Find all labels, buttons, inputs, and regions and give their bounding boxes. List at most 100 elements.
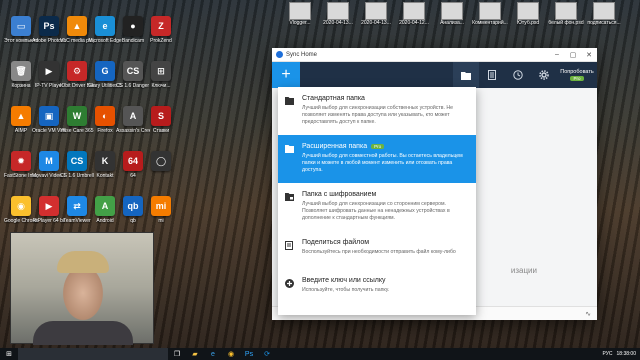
desktop-file-label: 2020-04-13... [323, 20, 353, 26]
desktop-file[interactable]: 2020-04-12... [396, 2, 432, 26]
menu-item-title: Введите ключ или ссылку [302, 277, 386, 284]
desktop-file[interactable]: белый фон.psd [548, 2, 584, 26]
webcam-overlay [10, 232, 154, 345]
file-thumbnail [403, 2, 425, 20]
menu-item-standard-folder[interactable]: Стандартная папка Лучший выбор для синхр… [278, 87, 476, 135]
file-thumbnail [517, 2, 539, 20]
close-icon[interactable]: ✕ [581, 51, 597, 59]
desktop-file-label: 2020-04-13... [361, 20, 391, 26]
photoshop-icon[interactable]: Ps [240, 348, 258, 360]
desktop-file-label: белый фон.psd [548, 20, 584, 26]
maximize-icon[interactable]: ▢ [565, 51, 581, 59]
plus-circle-icon [285, 279, 294, 288]
desktop-icon[interactable]: ◯ [144, 151, 178, 173]
menu-item-encrypted-folder[interactable]: Папка с шифрованием Лучший выбор для син… [278, 183, 476, 231]
menu-item-advanced-folder[interactable]: Расширенная папка Pro Лучший выбор для с… [278, 135, 476, 183]
desktop-icon-label: Ставки [152, 128, 170, 134]
desktop-file[interactable]: Комментарий... [472, 2, 508, 26]
menu-item-description: Используйте, чтобы получить папку. [302, 287, 390, 293]
menu-item-title: Поделиться файлом [302, 239, 370, 246]
desktop-file[interactable]: 2020-04-13... [358, 2, 394, 26]
desktop-icon[interactable]: ⊞ Ключи... [144, 61, 178, 89]
app-icon: K [95, 151, 115, 171]
pro-badge: Pro [371, 144, 385, 149]
clock-time[interactable]: 18:38:00 [617, 351, 636, 357]
app-icon: ◉ [11, 196, 31, 216]
gear-icon[interactable] [531, 62, 557, 88]
menu-item-description: Лучший выбор для совместной работы. Вы о… [302, 153, 463, 173]
app-icon: CS [123, 61, 143, 81]
app-icon: ◐ [95, 106, 115, 126]
folder-icon[interactable] [453, 62, 479, 88]
app-icon: ✹ [11, 151, 31, 171]
app-icon: CS [67, 151, 87, 171]
sync-taskbar-icon[interactable]: ⟳ [258, 348, 276, 360]
desktop-file-label: Комментарий... [472, 20, 508, 26]
language-indicator[interactable]: РУС [603, 351, 613, 357]
app-logo-icon [276, 51, 283, 58]
clock-icon[interactable] [505, 62, 531, 88]
app-icon: ⚙ [67, 61, 87, 81]
app-icon: ⇄ [67, 196, 87, 216]
app-icon: ▶ [39, 61, 59, 81]
system-tray: РУС 18:38:00 [599, 351, 640, 357]
task-view-icon[interactable]: ❐ [168, 348, 186, 360]
chrome-icon[interactable]: ◉ [222, 348, 240, 360]
desktop-icon[interactable]: S Ставки [144, 106, 178, 134]
upgrade-button[interactable]: Попробовать Pro [557, 62, 597, 88]
pro-badge: Pro [570, 76, 584, 81]
menu-item-description: Лучший выбор для синхронизации со сторон… [302, 201, 450, 221]
folder-icon [285, 97, 294, 105]
folder-icon [285, 145, 294, 153]
desktop-file[interactable]: подписаться... [586, 2, 622, 26]
document-icon[interactable] [479, 62, 505, 88]
background-hint-text: изации [510, 266, 537, 275]
app-icon: A [123, 106, 143, 126]
add-button[interactable]: + [272, 62, 300, 88]
desktop-file[interactable]: Vlogger... [282, 2, 318, 26]
edge-icon[interactable]: e [204, 348, 222, 360]
desktop-icon[interactable]: mi mi [144, 196, 178, 224]
desktop-file[interactable]: Анализа... [434, 2, 470, 26]
desktop-file[interactable]: 2020-04-13... [320, 2, 356, 26]
file-thumbnail [479, 2, 501, 20]
minimize-icon[interactable]: – [549, 51, 565, 58]
app-toolbar: + Попробовать Pro [272, 62, 597, 88]
desktop-file-label: Vlogger... [289, 20, 311, 26]
file-thumbnail [289, 2, 311, 20]
app-icon: mi [151, 196, 171, 216]
app-icon: ▣ [39, 106, 59, 126]
file-thumbnail [593, 2, 615, 20]
app-icon: A [95, 196, 115, 216]
menu-item-title: Расширенная папка [302, 143, 368, 150]
file-thumbnail [365, 2, 387, 20]
search-input[interactable] [18, 348, 168, 360]
menu-item-enter-key[interactable]: Введите ключ или ссылку Используйте, что… [278, 269, 476, 307]
desktop-icon-label: Ключи... [151, 83, 171, 89]
window-titlebar: Sync Home – ▢ ✕ [272, 48, 597, 62]
window-title: Sync Home [286, 51, 318, 58]
menu-item-description: Воспользуйтесь при необходимости отправи… [302, 249, 456, 255]
app-icon: 64 [123, 151, 143, 171]
explorer-icon[interactable]: ▰ [186, 348, 204, 360]
app-icon: ▶ [39, 196, 59, 216]
upgrade-label: Попробовать [560, 69, 594, 75]
menu-item-share-file[interactable]: Поделиться файлом Воспользуйтесь при нео… [278, 231, 476, 269]
app-icon: e [95, 16, 115, 36]
menu-item-title: Папка с шифрованием [302, 191, 377, 198]
desktop-icon[interactable]: Z ProkZend [144, 16, 178, 44]
app-icon: ▲ [67, 16, 87, 36]
file-thumbnail [441, 2, 463, 20]
app-icon: ▭ [11, 16, 31, 36]
file-thumbnail [555, 2, 577, 20]
app-icon: Z [151, 16, 171, 36]
desktop-icon-label: ProkZend [150, 38, 172, 44]
app-icon: Ps [39, 16, 59, 36]
activity-icon[interactable]: ∿ [585, 310, 591, 318]
app-icon: 🗑 [11, 61, 31, 81]
app-icon: W [67, 106, 87, 126]
encrypted-folder-icon [285, 193, 294, 201]
desktop-file[interactable]: Ютуб.psd [510, 2, 546, 26]
start-icon[interactable]: ⊞ [0, 348, 18, 360]
desktop-file-label: 2020-04-12... [399, 20, 429, 26]
